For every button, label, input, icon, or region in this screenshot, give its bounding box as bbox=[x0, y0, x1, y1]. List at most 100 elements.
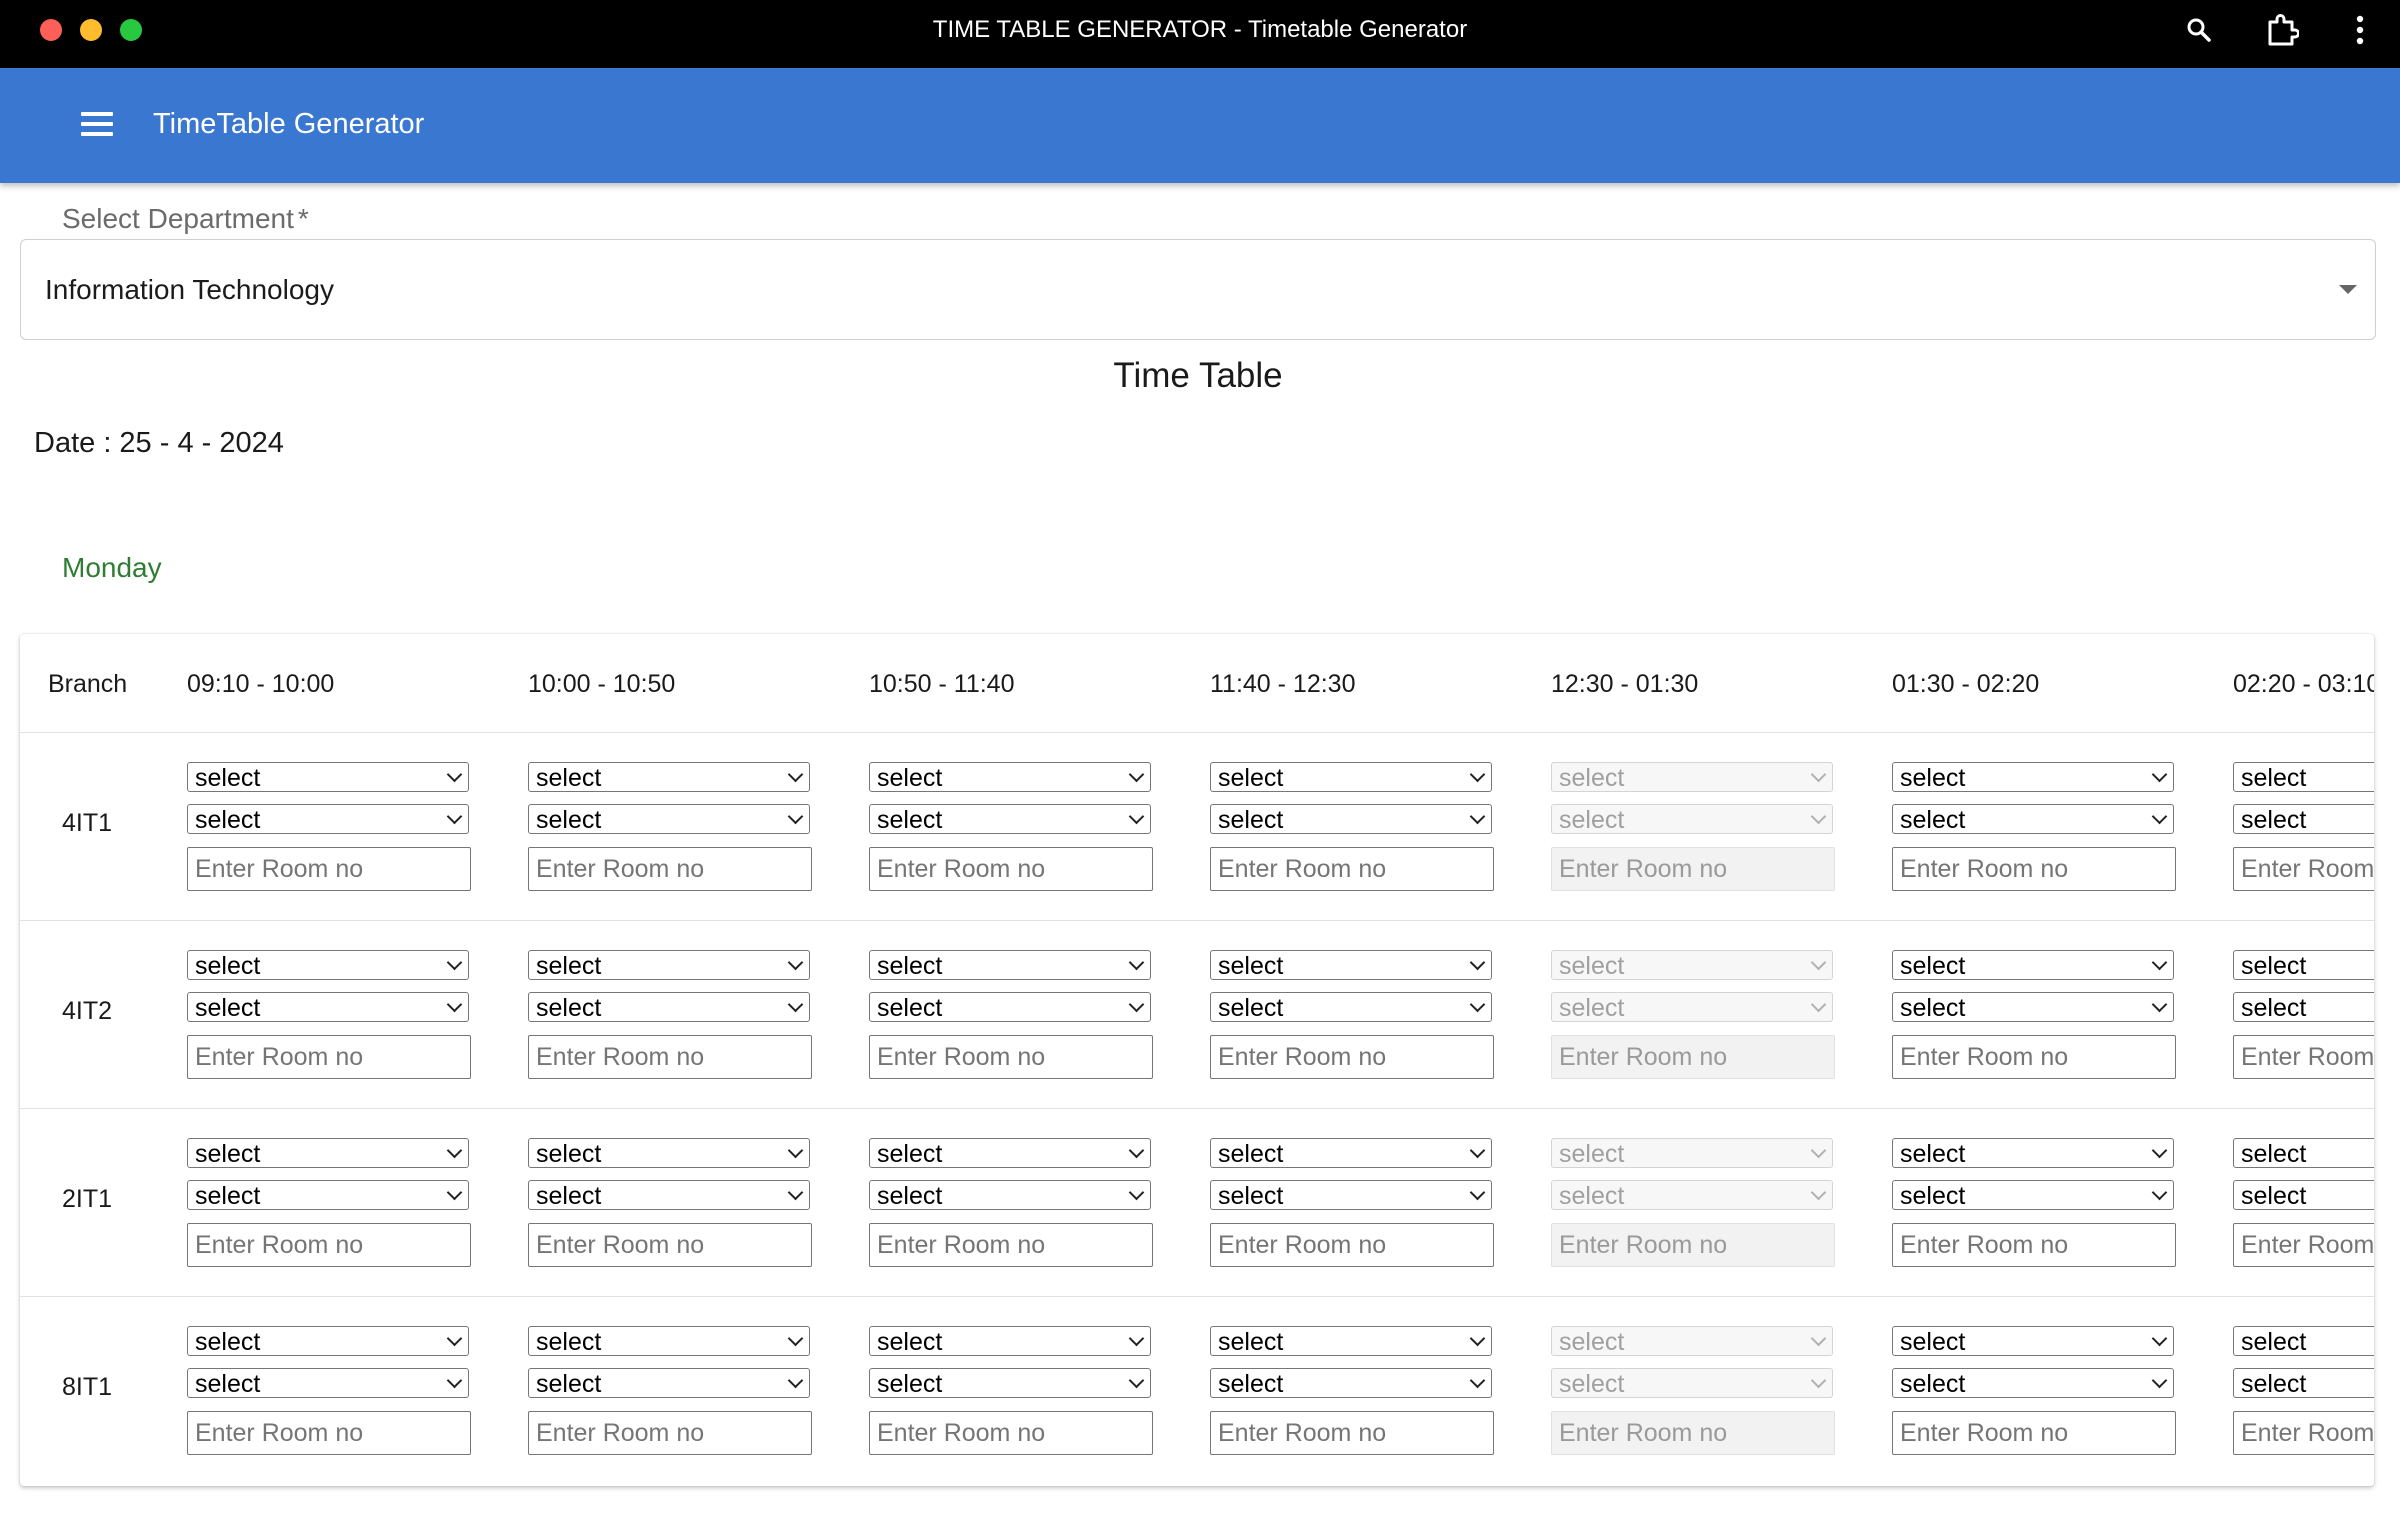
select-value: select bbox=[1559, 952, 1625, 980]
row-divider bbox=[20, 1108, 2374, 1109]
faculty-select[interactable]: select bbox=[1210, 804, 1492, 834]
select-value: select bbox=[877, 1370, 943, 1398]
faculty-select[interactable]: select bbox=[528, 992, 810, 1022]
slot-header: 12:30 - 01:30 bbox=[1551, 670, 1699, 698]
subject-select[interactable]: select bbox=[869, 1326, 1151, 1356]
branch-label: 4IT1 bbox=[62, 809, 113, 837]
faculty-select[interactable]: select bbox=[187, 804, 469, 834]
chevron-down-icon bbox=[446, 954, 463, 971]
subject-select[interactable]: select bbox=[187, 762, 469, 792]
search-icon[interactable] bbox=[2182, 12, 2216, 48]
subject-select[interactable]: select bbox=[1892, 1138, 2174, 1168]
subject-select[interactable]: select bbox=[1892, 1326, 2174, 1356]
room-number-input[interactable] bbox=[187, 1411, 471, 1455]
room-number-input[interactable] bbox=[1892, 1035, 2176, 1079]
subject-select[interactable]: select bbox=[869, 950, 1151, 980]
subject-select[interactable]: select bbox=[1210, 1138, 1492, 1168]
faculty-select[interactable]: select bbox=[187, 1180, 469, 1210]
room-number-input[interactable] bbox=[187, 1035, 471, 1079]
subject-select[interactable]: select bbox=[1892, 762, 2174, 792]
room-number-input[interactable] bbox=[869, 1035, 1153, 1079]
page-bottom bbox=[0, 1495, 2400, 1540]
room-number-input[interactable] bbox=[1892, 1411, 2176, 1455]
subject-select[interactable]: select bbox=[2233, 762, 2374, 792]
room-number-input[interactable] bbox=[187, 847, 471, 891]
room-number-input[interactable] bbox=[1210, 1411, 1494, 1455]
subject-select[interactable]: select bbox=[1210, 762, 1492, 792]
room-number-input[interactable] bbox=[869, 1411, 1153, 1455]
subject-select[interactable]: select bbox=[2233, 1138, 2374, 1168]
faculty-select[interactable]: select bbox=[187, 1368, 469, 1398]
faculty-select[interactable]: select bbox=[1892, 804, 2174, 834]
subject-select[interactable]: select bbox=[869, 1138, 1151, 1168]
select-value: select bbox=[1559, 1182, 1625, 1210]
room-number-input[interactable] bbox=[2233, 1223, 2374, 1267]
row-divider bbox=[20, 920, 2374, 921]
select-value: select bbox=[877, 1328, 943, 1356]
room-number-input[interactable] bbox=[528, 1411, 812, 1455]
room-number-input[interactable] bbox=[2233, 1411, 2374, 1455]
select-value: select bbox=[2241, 994, 2307, 1022]
puzzle-piece-icon[interactable] bbox=[2262, 12, 2302, 48]
subject-select[interactable]: select bbox=[187, 1138, 469, 1168]
room-number-input[interactable] bbox=[869, 847, 1153, 891]
faculty-select[interactable]: select bbox=[2233, 992, 2374, 1022]
room-number-input[interactable] bbox=[187, 1223, 471, 1267]
select-value: select bbox=[536, 1182, 602, 1210]
subject-select[interactable]: select bbox=[187, 1326, 469, 1356]
subject-select[interactable]: select bbox=[1892, 950, 2174, 980]
faculty-select[interactable]: select bbox=[1210, 992, 1492, 1022]
chevron-down-icon bbox=[2151, 1372, 2168, 1389]
subject-select[interactable]: select bbox=[869, 762, 1151, 792]
faculty-select[interactable]: select bbox=[869, 1180, 1151, 1210]
faculty-select[interactable]: select bbox=[1210, 1180, 1492, 1210]
subject-select[interactable]: select bbox=[528, 1326, 810, 1356]
faculty-select[interactable]: select bbox=[869, 1368, 1151, 1398]
select-value: select bbox=[536, 952, 602, 980]
faculty-select[interactable]: select bbox=[1210, 1368, 1492, 1398]
subject-select[interactable]: select bbox=[1210, 1326, 1492, 1356]
slot-header: 11:40 - 12:30 bbox=[1210, 670, 1356, 698]
room-number-input[interactable] bbox=[1210, 847, 1494, 891]
room-number-input[interactable] bbox=[528, 847, 812, 891]
room-number-input[interactable] bbox=[1210, 1223, 1494, 1267]
faculty-select[interactable]: select bbox=[187, 992, 469, 1022]
chevron-down-icon bbox=[446, 1142, 463, 1159]
room-number-input[interactable] bbox=[1892, 847, 2176, 891]
faculty-select[interactable]: select bbox=[869, 992, 1151, 1022]
faculty-select[interactable]: select bbox=[869, 804, 1151, 834]
faculty-select[interactable]: select bbox=[528, 1180, 810, 1210]
faculty-select[interactable]: select bbox=[528, 1368, 810, 1398]
room-number-input[interactable] bbox=[528, 1223, 812, 1267]
hamburger-menu-icon[interactable] bbox=[78, 106, 118, 146]
faculty-select[interactable]: select bbox=[2233, 1368, 2374, 1398]
subject-select[interactable]: select bbox=[1210, 950, 1492, 980]
subject-select[interactable]: select bbox=[2233, 1326, 2374, 1356]
room-number-input[interactable] bbox=[869, 1223, 1153, 1267]
faculty-select[interactable]: select bbox=[1892, 1180, 2174, 1210]
faculty-select[interactable]: select bbox=[1892, 992, 2174, 1022]
faculty-select[interactable]: select bbox=[528, 804, 810, 834]
faculty-select[interactable]: select bbox=[2233, 1180, 2374, 1210]
subject-select[interactable]: select bbox=[528, 1138, 810, 1168]
chevron-down-icon bbox=[1469, 954, 1486, 971]
subject-select[interactable]: select bbox=[187, 950, 469, 980]
chevron-down-icon bbox=[446, 1330, 463, 1347]
subject-select[interactable]: select bbox=[528, 762, 810, 792]
faculty-select[interactable]: select bbox=[1892, 1368, 2174, 1398]
room-number-input[interactable] bbox=[528, 1035, 812, 1079]
branch-label: 4IT2 bbox=[62, 997, 113, 1025]
room-number-input[interactable] bbox=[1210, 1035, 1494, 1079]
subject-select[interactable]: select bbox=[2233, 950, 2374, 980]
department-select[interactable]: Information Technology bbox=[20, 239, 2376, 340]
faculty-select[interactable]: select bbox=[2233, 804, 2374, 834]
select-value: select bbox=[1900, 764, 1966, 792]
room-number-input[interactable] bbox=[1892, 1223, 2176, 1267]
room-number-input[interactable] bbox=[2233, 1035, 2374, 1079]
chevron-down-icon bbox=[1810, 996, 1827, 1013]
row-divider bbox=[20, 1296, 2374, 1297]
subject-select[interactable]: select bbox=[528, 950, 810, 980]
chevron-down-icon bbox=[2151, 954, 2168, 971]
room-number-input[interactable] bbox=[2233, 847, 2374, 891]
more-vertical-icon[interactable] bbox=[2348, 12, 2372, 48]
